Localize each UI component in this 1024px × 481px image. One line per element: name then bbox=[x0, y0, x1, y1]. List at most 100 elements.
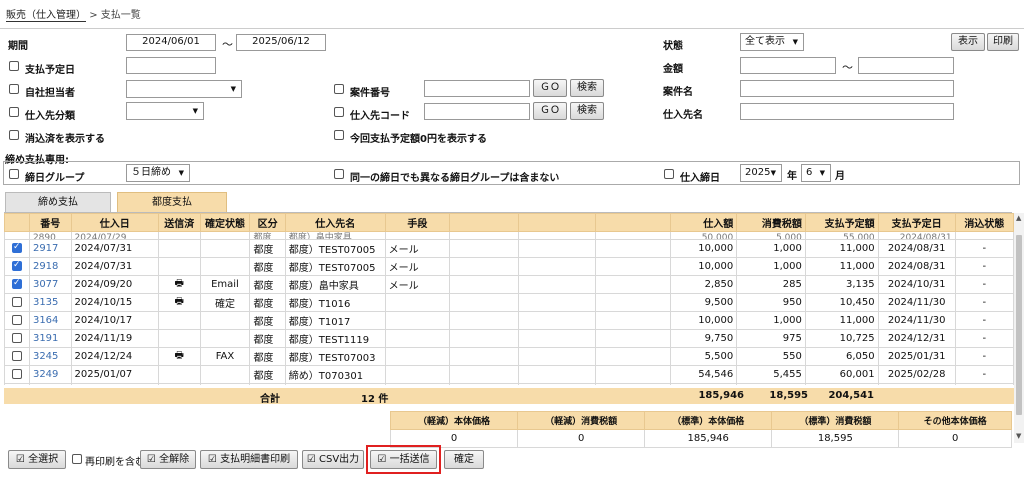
row-method bbox=[384, 347, 451, 366]
col-done[interactable]: 消込状態 bbox=[954, 213, 1014, 232]
month-select[interactable]: 6 ▼ bbox=[801, 164, 831, 182]
row-number[interactable]: 3250 bbox=[28, 383, 72, 385]
table-row[interactable]: 32502025/01/07🖶確定都度都度）畠中家具メール 5,0005005,5… bbox=[4, 383, 1014, 385]
bulk-send-button[interactable]: ☑ 一括送信 bbox=[370, 450, 437, 469]
status-select[interactable]: 全て表示 ▼ bbox=[740, 33, 804, 51]
row-checkbox[interactable] bbox=[11, 315, 22, 325]
closing-date-checkbox[interactable] bbox=[664, 169, 674, 179]
col-number[interactable]: 番号 bbox=[28, 213, 72, 232]
select-all-button[interactable]: ☑ 全選択 bbox=[8, 450, 66, 469]
col-due[interactable]: 支払予定日 bbox=[877, 213, 956, 232]
show-done-checkbox[interactable] bbox=[9, 130, 19, 140]
tab-each-pay[interactable]: 都度支払 bbox=[117, 192, 227, 212]
deselect-all-button[interactable]: ☑ 全解除 bbox=[140, 450, 196, 469]
display-button[interactable]: 表示 bbox=[951, 33, 985, 51]
col-supplier[interactable]: 仕入先名 bbox=[284, 213, 386, 232]
row-amount: 10,000 bbox=[669, 257, 738, 276]
staff-select[interactable]: ▼ bbox=[126, 80, 242, 98]
supplier-code-go-button[interactable]: ＧＯ bbox=[533, 102, 567, 120]
period-to-input[interactable]: 2025/06/12 bbox=[236, 34, 326, 51]
supplier-code-search-button[interactable]: 検索 bbox=[570, 102, 604, 120]
supplier-code-input[interactable] bbox=[424, 103, 530, 120]
row-number[interactable]: 3164 bbox=[28, 311, 72, 330]
include-reprint-checkbox[interactable] bbox=[72, 454, 82, 464]
row-number[interactable]: 3249 bbox=[28, 365, 72, 384]
col-pay[interactable]: 支払予定額 bbox=[804, 213, 879, 232]
table-row[interactable]: 3135 2024/10/15 🖶 確定 都度 都度）T1016 9,500 950 10,45… bbox=[4, 293, 1014, 312]
table-row[interactable]: 3245 2024/12/24 🖶 FAX 都度 都度）TEST07003 5,500 550… bbox=[4, 347, 1014, 366]
table-row[interactable]: 29182024/07/31 都度都度）TEST07005メール 10,0001,0… bbox=[4, 257, 1014, 276]
supplier-cat-checkbox[interactable] bbox=[9, 107, 19, 117]
amount-from-input[interactable] bbox=[740, 57, 836, 74]
row-number[interactable]: 2918 bbox=[28, 257, 72, 276]
case-no-go-button[interactable]: ＧＯ bbox=[533, 79, 567, 97]
row-checkbox[interactable] bbox=[11, 369, 22, 379]
row-blank bbox=[517, 347, 596, 366]
row-number[interactable]: 2917 bbox=[28, 239, 72, 258]
supplier-name-input[interactable] bbox=[740, 103, 954, 120]
summary-col-reduced-tax: （軽減）消費税額 bbox=[517, 411, 646, 430]
row-checkbox[interactable] bbox=[11, 278, 22, 289]
year-select[interactable]: 2025 ▼ bbox=[740, 164, 782, 182]
row-checkbox[interactable] bbox=[11, 260, 22, 271]
closing-group-select[interactable]: ５日締め ▼ bbox=[126, 164, 190, 182]
print-button[interactable]: 印刷 bbox=[987, 33, 1019, 51]
row-date: 2024/07/31 bbox=[70, 257, 159, 276]
case-name-input[interactable] bbox=[740, 80, 954, 97]
case-no-input[interactable] bbox=[424, 80, 530, 97]
row-checkbox[interactable] bbox=[11, 242, 22, 253]
tab-closing-pay[interactable]: 締め支払 bbox=[5, 192, 111, 212]
table-row[interactable]: 30772024/09/20🖶Email都度都度）畠中家具メール 2,850285… bbox=[4, 275, 1014, 294]
csv-export-button[interactable]: ☑ CSV出力 bbox=[302, 450, 364, 469]
row-checkbox[interactable] bbox=[11, 351, 22, 361]
row-checkbox[interactable] bbox=[11, 297, 22, 307]
row-method bbox=[384, 365, 451, 384]
col-kubun[interactable]: 区分 bbox=[249, 213, 286, 232]
row-blank bbox=[517, 329, 596, 348]
row-number[interactable]: 3135 bbox=[28, 293, 72, 312]
row-amount: 10,000 bbox=[669, 311, 738, 330]
row-supplier: 都度）TEST07005 bbox=[284, 239, 386, 258]
confirm-button[interactable]: 確定 bbox=[444, 450, 484, 469]
case-no-checkbox[interactable] bbox=[334, 84, 344, 94]
amount-to-input[interactable] bbox=[858, 57, 954, 74]
partial-cell bbox=[594, 231, 671, 240]
pay-due-checkbox[interactable] bbox=[9, 61, 19, 71]
print-statement-button[interactable]: ☑ 支払明細書印刷 bbox=[200, 450, 298, 469]
table-row-partial[interactable]: 2890 2024/07/29 都度 都度）畠中家具 50,000 5,000 55,000… bbox=[4, 231, 1014, 240]
case-no-search-button[interactable]: 検索 bbox=[570, 79, 604, 97]
col-date[interactable]: 仕入日 bbox=[70, 213, 159, 232]
closing-group-checkbox[interactable] bbox=[9, 169, 19, 179]
breadcrumb-divider bbox=[0, 28, 1024, 29]
show-zero-checkbox[interactable] bbox=[334, 130, 344, 140]
col-amount[interactable]: 仕入額 bbox=[669, 213, 738, 232]
row-supplier: 都度）畠中家具 bbox=[284, 275, 386, 294]
table-row[interactable]: 3191 2024/11/19 都度 都度）TEST1119 9,750 975 10,72… bbox=[4, 329, 1014, 348]
row-number[interactable]: 3191 bbox=[28, 329, 72, 348]
exclude-group-checkbox[interactable] bbox=[334, 169, 344, 179]
scroll-up-icon[interactable]: ▲ bbox=[1016, 214, 1021, 222]
row-kubun: 都度 bbox=[249, 311, 286, 330]
chevron-down-icon: ▼ bbox=[770, 169, 776, 177]
col-tax[interactable]: 消費税額 bbox=[736, 213, 806, 232]
row-tax: 1,000 bbox=[736, 311, 806, 330]
row-number[interactable]: 3245 bbox=[28, 347, 72, 366]
supplier-code-checkbox[interactable] bbox=[334, 107, 344, 117]
table-row[interactable]: 3164 2024/10/17 都度 都度）T1017 10,000 1,000 11,00… bbox=[4, 311, 1014, 330]
supplier-cat-select[interactable]: ▼ bbox=[126, 102, 204, 120]
col-method[interactable]: 手段 bbox=[384, 213, 451, 232]
scrollbar-thumb[interactable] bbox=[1016, 235, 1022, 415]
period-from-input[interactable]: 2024/06/01 bbox=[126, 34, 216, 51]
row-number[interactable]: 3077 bbox=[28, 275, 72, 294]
pay-due-input[interactable] bbox=[126, 57, 216, 74]
col-state[interactable]: 確定状態 bbox=[199, 213, 251, 232]
table-row[interactable]: 29172024/07/31 都度都度）TEST07005メール 10,0001,0… bbox=[4, 239, 1014, 258]
row-checkbox[interactable] bbox=[11, 333, 22, 343]
row-amount: 2,850 bbox=[669, 275, 738, 294]
col-sent[interactable]: 送信済 bbox=[157, 213, 201, 232]
table-row[interactable]: 3249 2025/01/07 都度 締め）T070301 54,546 5,455 60,… bbox=[4, 365, 1014, 384]
scroll-down-icon[interactable]: ▼ bbox=[1016, 432, 1021, 440]
vertical-scrollbar[interactable]: ▲ ▼ bbox=[1014, 213, 1024, 443]
staff-checkbox[interactable] bbox=[9, 84, 19, 94]
breadcrumb-parent[interactable]: 販売（仕入管理） bbox=[6, 10, 86, 22]
